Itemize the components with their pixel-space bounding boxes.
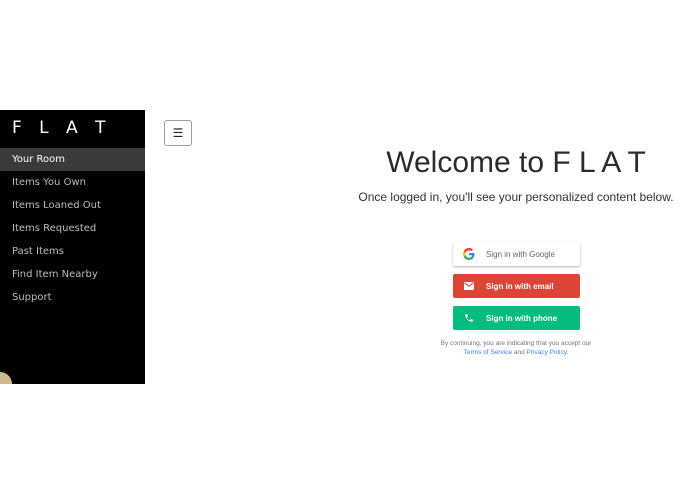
sign-in-google-button[interactable]: Sign in with Google [453, 242, 580, 266]
sign-in-phone-button[interactable]: Sign in with phone [453, 306, 580, 330]
privacy-policy-link[interactable]: Privacy Policy [527, 349, 567, 356]
mail-icon [462, 279, 476, 293]
terms-of-service-link[interactable]: Terms of Service [464, 349, 512, 356]
sidebar-item-support[interactable]: Support [0, 286, 145, 309]
terms-prefix: By continuing, you are indicating that y… [440, 340, 592, 347]
page-title: Welcome to F L A T [386, 146, 646, 179]
sidebar-item-your-room[interactable]: Your Room [0, 148, 145, 171]
sidebar-item-past-items[interactable]: Past Items [0, 240, 145, 263]
menu-toggle-button[interactable]: ☰ [164, 120, 192, 146]
phone-icon [462, 311, 476, 325]
sign-in-google-label: Sign in with Google [486, 249, 555, 259]
hamburger-icon: ☰ [172, 126, 184, 140]
google-icon [462, 247, 476, 261]
sign-in-email-button[interactable]: Sign in with email [453, 274, 580, 298]
sign-in-email-label: Sign in with email [486, 281, 554, 291]
sidebar: F L A T Your Room Items You Own Items Lo… [0, 110, 145, 384]
sidebar-item-items-you-own[interactable]: Items You Own [0, 171, 145, 194]
brand-logo[interactable]: F L A T [0, 110, 145, 148]
sidebar-item-items-requested[interactable]: Items Requested [0, 217, 145, 240]
terms-suffix: . [566, 349, 569, 356]
sidebar-item-items-loaned-out[interactable]: Items Loaned Out [0, 194, 145, 217]
sidebar-item-find-item-nearby[interactable]: Find Item Nearby [0, 263, 145, 286]
corner-decoration [0, 372, 12, 384]
terms-notice: By continuing, you are indicating that y… [400, 339, 632, 357]
terms-and: and [513, 349, 525, 356]
page-subtitle: Once logged in, you'll see your personal… [358, 190, 674, 204]
sign-in-phone-label: Sign in with phone [486, 313, 558, 323]
